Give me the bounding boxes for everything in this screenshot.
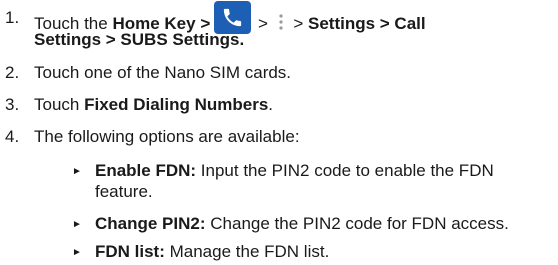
instruction-page: 1. Touch the Home Key > > > Settings > C…: [0, 0, 558, 265]
bullet-arrow-icon: ►: [72, 219, 82, 230]
option-text: Change the PIN2 code for FDN access.: [205, 214, 509, 233]
step-body: Touch Fixed Dialing Numbers.: [34, 95, 552, 115]
option-label: Change PIN2:: [95, 214, 206, 233]
option-body: Enable FDN: Input the PIN2 code to enabl…: [95, 160, 552, 202]
step-body: The following options are available:: [34, 127, 300, 146]
step-text: Touch: [34, 95, 85, 114]
settings-path-label: Settings > SUBS Settings.: [34, 30, 245, 49]
step-2: 2. Touch one of the Nano SIM cards.: [0, 63, 558, 83]
step-number: 1.: [5, 8, 20, 27]
option-enable-fdn: ► Enable FDN: Input the PIN2 code to ena…: [0, 160, 558, 202]
option-text: Manage the FDN list.: [164, 242, 330, 261]
step-text: .: [268, 95, 274, 114]
step-3: 3. Touch Fixed Dialing Numbers.: [0, 95, 558, 115]
step-text: >: [288, 13, 308, 33]
step-1-line-2: Settings > SUBS Settings.: [34, 30, 244, 50]
step-body: Touch one of the Nano SIM cards.: [34, 63, 292, 82]
step-1: 1. Touch the Home Key > > > Settings > C…: [0, 1, 558, 52]
bullet-arrow-icon: ►: [72, 166, 82, 177]
option-body: FDN list: Manage the FDN list.: [95, 241, 552, 262]
option-change-pin2: ► Change PIN2: Change the PIN2 code for …: [0, 213, 558, 234]
option-body: Change PIN2: Change the PIN2 code for FD…: [95, 213, 552, 234]
option-label: FDN list:: [95, 242, 165, 261]
option-fdn-list: ► FDN list: Manage the FDN list.: [0, 241, 558, 262]
option-text: feature.: [95, 182, 153, 201]
option-label: Enable FDN:: [95, 161, 197, 180]
step-number: 4.: [5, 127, 20, 146]
bullet-arrow-icon: ►: [72, 247, 82, 258]
step-number: 2.: [5, 63, 20, 82]
settings-path-label: Settings > Call: [308, 13, 426, 33]
step-text: >: [253, 13, 273, 33]
vertical-dots-menu-icon: [277, 13, 285, 31]
step-number: 3.: [5, 95, 20, 114]
fdn-label: Fixed Dialing Numbers: [84, 95, 269, 114]
step-4: 4. The following options are available:: [0, 127, 558, 147]
option-text: Input the PIN2 code to enable the FDN: [196, 161, 494, 180]
